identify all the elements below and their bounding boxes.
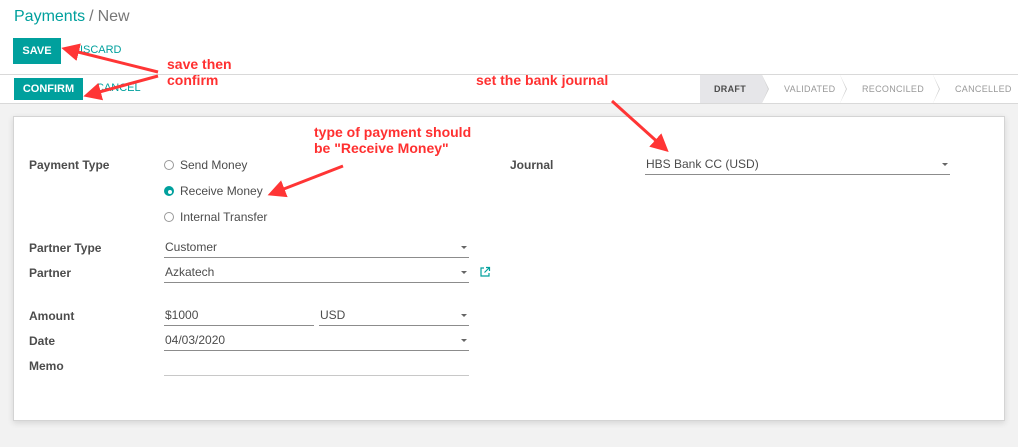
radio-internal-transfer[interactable]: Internal Transfer (164, 210, 267, 224)
payment-type-label: Payment Type (29, 158, 110, 172)
partner-value: Azkatech (165, 265, 215, 279)
date-input[interactable]: 04/03/2020 (164, 332, 469, 351)
date-chevron-down-icon (461, 339, 467, 342)
stage-draft: DRAFT (700, 75, 769, 103)
stage-reconciled-label: RECONCILED (862, 84, 925, 94)
currency-value: USD (320, 308, 346, 322)
currency-chevron-down-icon (461, 314, 467, 317)
stage-draft-label: DRAFT (714, 84, 746, 94)
external-link-icon[interactable] (479, 266, 491, 278)
partner-select[interactable]: Azkatech (164, 264, 469, 283)
save-button[interactable]: SAVE (13, 38, 61, 64)
radio-send-money-dot[interactable] (164, 160, 174, 170)
partner-type-select[interactable]: Customer (164, 239, 469, 258)
confirm-button[interactable]: CONFIRM (14, 78, 83, 100)
annotation-save-line2: confirm (167, 72, 219, 88)
annotation-payment-type: type of payment should be "Receive Money… (314, 124, 471, 156)
journal-label: Journal (510, 158, 554, 172)
cancel-button[interactable]: CANCEL (96, 76, 141, 100)
annotation-journal: set the bank journal (476, 72, 609, 88)
journal-select[interactable]: HBS Bank CC (USD) (645, 156, 950, 175)
stage-reconciled[interactable]: RECONCILED (840, 75, 940, 103)
annotation-payment-line2: be "Receive Money" (314, 140, 449, 156)
partner-type-value: Customer (165, 240, 218, 254)
memo-input[interactable] (164, 357, 469, 376)
radio-receive-money-dot[interactable] (164, 186, 174, 196)
radio-receive-money[interactable]: Receive Money (164, 184, 263, 198)
amount-input[interactable]: $1000 (164, 307, 314, 326)
amount-label: Amount (29, 309, 75, 323)
annotation-save-confirm: save then confirm (167, 56, 232, 88)
date-label: Date (29, 334, 56, 348)
annotation-save-line1: save then (167, 56, 232, 72)
date-value: 04/03/2020 (165, 333, 226, 347)
breadcrumb-current: New (97, 8, 130, 25)
radio-receive-money-label: Receive Money (180, 184, 263, 198)
radio-send-money[interactable]: Send Money (164, 158, 247, 172)
breadcrumb: Payments / New (14, 8, 130, 26)
journal-chevron-down-icon (942, 163, 948, 166)
annotation-payment-line1: type of payment should (314, 124, 472, 140)
memo-label: Memo (29, 359, 64, 373)
radio-internal-transfer-label: Internal Transfer (180, 210, 268, 224)
control-panel: Payments / New SAVE DISCARD (0, 0, 1018, 75)
amount-value: $1000 (165, 308, 199, 322)
radio-send-money-label: Send Money (180, 158, 248, 172)
breadcrumb-separator: / (89, 8, 94, 25)
partner-type-label: Partner Type (29, 241, 102, 255)
stage-validated-label: VALIDATED (784, 84, 836, 94)
partner-chevron-down-icon (461, 271, 467, 274)
stage-cancelled-label: CANCELLED (955, 84, 1012, 94)
stage-cancelled[interactable]: CANCELLED (933, 75, 1018, 103)
journal-value: HBS Bank CC (USD) (646, 157, 759, 171)
breadcrumb-payments-link[interactable]: Payments (14, 8, 85, 25)
currency-select[interactable]: USD (319, 307, 469, 326)
stage-validated[interactable]: VALIDATED (762, 75, 847, 103)
stage-pipeline: DRAFT VALIDATED RECONCILED CANCELLED (700, 75, 1018, 103)
discard-button[interactable]: DISCARD (72, 38, 122, 62)
radio-internal-transfer-dot[interactable] (164, 212, 174, 222)
partner-label: Partner (29, 266, 72, 280)
partner-type-chevron-down-icon (461, 246, 467, 249)
